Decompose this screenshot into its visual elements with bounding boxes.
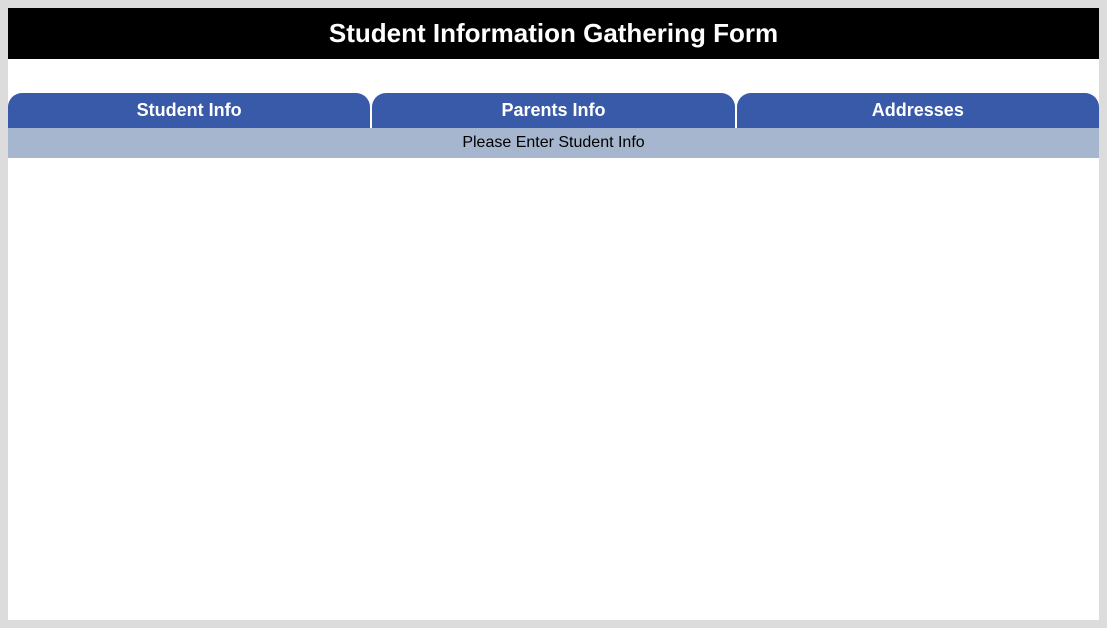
form-container: Student Information Gathering Form Stude… — [8, 8, 1099, 620]
instruction-text: Please Enter Student Info — [8, 128, 1099, 158]
tab-student-info[interactable]: Student Info — [8, 93, 370, 128]
tab-parents-info[interactable]: Parents Info — [372, 93, 734, 128]
tab-bar: Student Info Parents Info Addresses — [8, 93, 1099, 128]
content-area — [8, 158, 1099, 620]
page-title: Student Information Gathering Form — [8, 8, 1099, 59]
tab-addresses[interactable]: Addresses — [737, 93, 1099, 128]
